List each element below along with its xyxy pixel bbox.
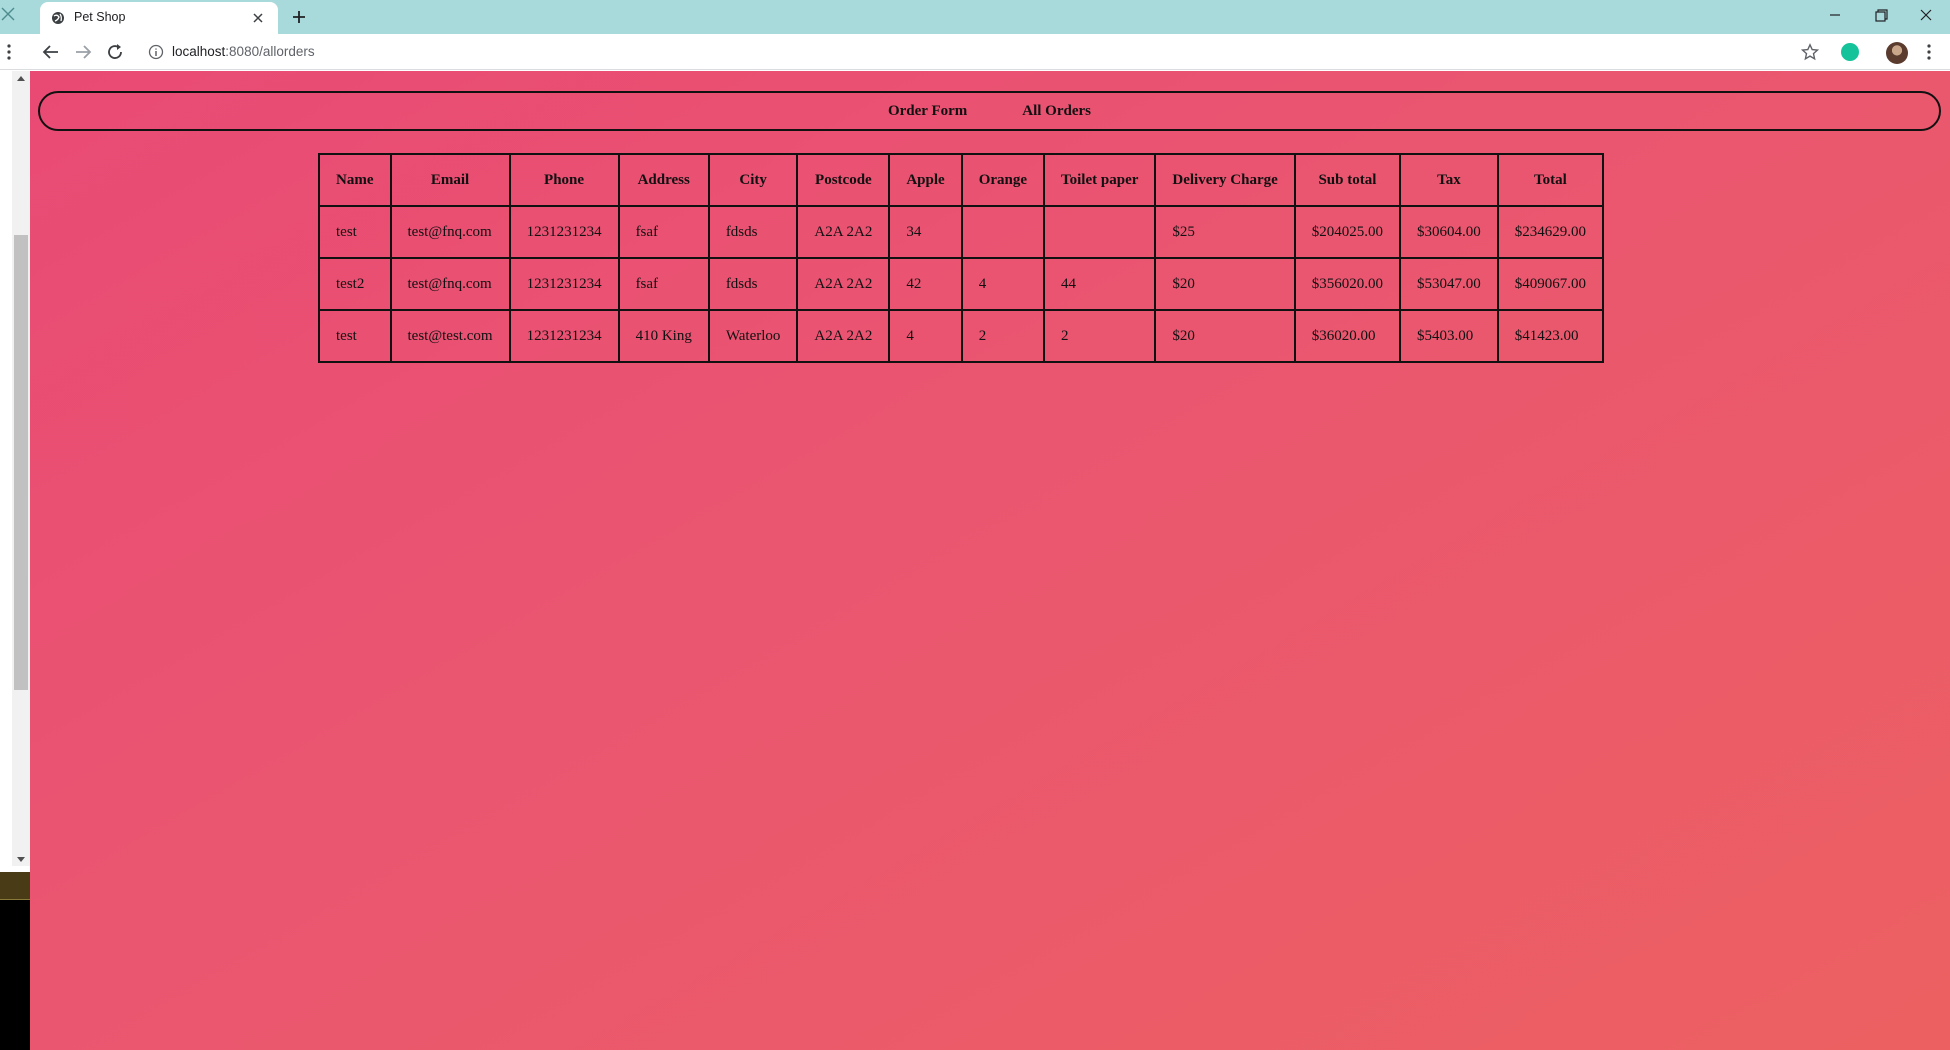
close-icon[interactable]	[250, 10, 266, 26]
info-icon[interactable]	[148, 44, 164, 60]
minimize-icon[interactable]	[1820, 4, 1850, 26]
reload-icon[interactable]	[106, 43, 124, 61]
column-header: Email	[389, 153, 511, 207]
column-header: Toilet paper	[1043, 153, 1157, 207]
cell-name: test	[318, 205, 392, 259]
column-header: Tax	[1399, 153, 1499, 207]
cell-tax: $53047.00	[1399, 257, 1499, 311]
forward-arrow-icon[interactable]	[74, 43, 92, 61]
avatar[interactable]	[1886, 42, 1908, 64]
cell-total: $409067.00	[1496, 257, 1605, 311]
cell-email: test@test.com	[389, 309, 511, 363]
column-header: Total	[1496, 153, 1605, 207]
nav-order-form[interactable]: Order Form	[888, 103, 967, 120]
cell-tax: $5403.00	[1399, 309, 1499, 363]
cell-name: test2	[318, 257, 392, 311]
cell-postcode: A2A 2A2	[796, 257, 891, 311]
table-header-row: Name Email Phone Address City Postcode A…	[318, 153, 1605, 207]
cell-apple: 4	[888, 309, 963, 363]
scrollbar-thumb[interactable]	[14, 235, 28, 690]
column-header: Orange	[960, 153, 1046, 207]
nav-all-orders[interactable]: All Orders	[1022, 103, 1091, 120]
plus-icon[interactable]	[290, 8, 308, 26]
cell-postcode: A2A 2A2	[796, 205, 891, 259]
back-arrow-icon[interactable]	[42, 43, 60, 61]
cell-delivery-charge: $20	[1154, 309, 1296, 363]
cell-city: Waterloo	[707, 309, 799, 363]
column-header: Name	[318, 153, 392, 207]
site-navbar: Order Form All Orders	[38, 91, 1941, 131]
cell-city: fdsds	[707, 257, 799, 311]
cell-city: fdsds	[707, 205, 799, 259]
cell-sub-total: $36020.00	[1293, 309, 1402, 363]
star-icon[interactable]	[1801, 43, 1819, 61]
column-header: Sub total	[1293, 153, 1402, 207]
cell-address: 410 King	[617, 309, 710, 363]
scroll-up-arrow-icon[interactable]	[16, 74, 26, 84]
cell-phone: 1231231234	[508, 309, 620, 363]
column-header: Delivery Charge	[1154, 153, 1296, 207]
cell-sub-total: $356020.00	[1293, 257, 1402, 311]
cell-phone: 1231231234	[508, 205, 620, 259]
close-icon[interactable]	[1, 7, 15, 21]
cell-delivery-charge: $20	[1154, 257, 1296, 311]
cell-name: test	[318, 309, 392, 363]
cell-apple: 42	[888, 257, 963, 311]
table-row: test test@fnq.com 1231231234 fsaf fdsds …	[318, 205, 1605, 259]
table-row: test test@test.com 1231231234 410 King W…	[318, 309, 1605, 363]
cell-sub-total: $204025.00	[1293, 205, 1402, 259]
cell-address: fsaf	[617, 257, 710, 311]
column-header: Phone	[508, 153, 620, 207]
browser-tab[interactable]: Pet Shop	[40, 2, 278, 34]
cell-toilet-paper: 2	[1043, 309, 1157, 363]
url-host: localhost	[172, 44, 226, 59]
cell-email: test@fnq.com	[389, 257, 511, 311]
address-bar[interactable]: localhost:8080/allorders	[172, 44, 315, 59]
browser-tab-strip: Pet Shop	[0, 0, 1950, 34]
terminal-tab[interactable]	[0, 872, 30, 900]
cell-address: fsaf	[617, 205, 710, 259]
cell-tax: $30604.00	[1399, 205, 1499, 259]
cell-orange: 4	[960, 257, 1046, 311]
cell-orange	[960, 205, 1046, 259]
cell-delivery-charge: $25	[1154, 205, 1296, 259]
globe-icon	[52, 12, 64, 24]
cell-email: test@fnq.com	[389, 205, 511, 259]
page-viewport: Order Form All Orders Name Email Phone A…	[30, 71, 1950, 1050]
cell-postcode: A2A 2A2	[796, 309, 891, 363]
cell-total: $234629.00	[1496, 205, 1605, 259]
browser-toolbar: localhost:8080/allorders	[0, 34, 1950, 70]
column-header: Apple	[888, 153, 963, 207]
column-header: Address	[617, 153, 710, 207]
cell-total: $41423.00	[1496, 309, 1605, 363]
orders-table: Name Email Phone Address City Postcode A…	[318, 153, 1605, 363]
scroll-down-arrow-icon[interactable]	[16, 854, 26, 864]
restore-icon[interactable]	[1866, 4, 1896, 26]
table-row: test2 test@fnq.com 1231231234 fsaf fdsds…	[318, 257, 1605, 311]
tab-title: Pet Shop	[74, 10, 126, 24]
grammarly-icon[interactable]	[1841, 43, 1859, 61]
cell-orange: 2	[960, 309, 1046, 363]
menu-dots-icon[interactable]	[0, 43, 18, 61]
close-icon[interactable]	[1911, 4, 1941, 26]
cell-phone: 1231231234	[508, 257, 620, 311]
column-header: Postcode	[796, 153, 891, 207]
column-header: City	[707, 153, 799, 207]
cell-toilet-paper: 44	[1043, 257, 1157, 311]
cell-apple: 34	[888, 205, 963, 259]
menu-dots-icon[interactable]	[1920, 43, 1938, 61]
url-path: :8080/allorders	[225, 44, 315, 59]
cell-toilet-paper	[1043, 205, 1157, 259]
